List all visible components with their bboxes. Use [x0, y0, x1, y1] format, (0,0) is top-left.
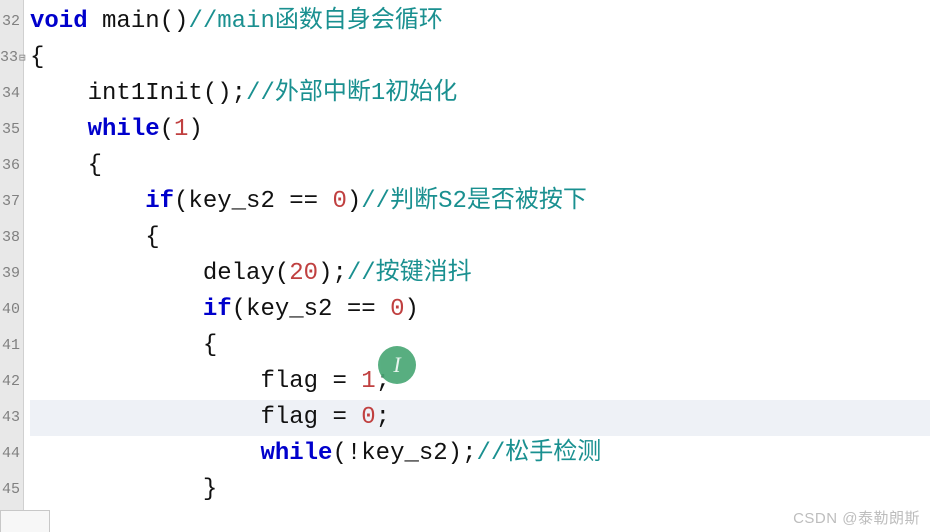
- code-token: flag: [260, 368, 332, 395]
- line-number: 39: [0, 256, 23, 292]
- code-token: );: [318, 260, 347, 287]
- code-token: {: [88, 152, 102, 179]
- code-token: [347, 404, 361, 431]
- code-token: delay: [203, 260, 275, 287]
- code-token: 0: [361, 404, 375, 431]
- comment-text: //外部中断1初始化: [246, 80, 457, 107]
- code-token: (: [275, 260, 289, 287]
- line-number: 40: [0, 292, 23, 328]
- code-line: }: [30, 472, 930, 508]
- code-token: 20: [289, 260, 318, 287]
- line-number: 37: [0, 184, 23, 220]
- line-number: 34: [0, 76, 23, 112]
- code-token: ): [404, 296, 418, 323]
- line-number: 33: [0, 40, 23, 76]
- code-line: while(!key_s2);//松手检测: [30, 436, 930, 472]
- code-token: {: [203, 332, 217, 359]
- code-line: if(key_s2 == 0): [30, 292, 930, 328]
- code-token: while: [88, 116, 160, 143]
- code-token: [376, 296, 390, 323]
- code-token: 1: [174, 116, 188, 143]
- line-number: 36: [0, 148, 23, 184]
- code-token: ;: [376, 368, 390, 395]
- code-line: void main()//main函数自身会循环: [30, 4, 930, 40]
- code-area[interactable]: void main()//main函数自身会循环{ int1Init();//外…: [24, 0, 930, 532]
- comment-text: //按键消抖: [347, 260, 472, 287]
- line-number: 32: [0, 4, 23, 40]
- line-number: 43: [0, 400, 23, 436]
- code-token: }: [203, 476, 217, 503]
- line-number: 35: [0, 112, 23, 148]
- code-token: {: [145, 224, 159, 251]
- code-line: delay(20);//按键消抖: [30, 256, 930, 292]
- code-token: ;: [376, 404, 390, 431]
- line-number-gutter: 3233343536373839404142434445: [0, 0, 24, 532]
- comment-text: //main函数自身会循环: [188, 8, 442, 35]
- code-token: flag: [260, 404, 332, 431]
- code-token: if: [145, 188, 174, 215]
- code-token: (key_s2: [232, 296, 347, 323]
- code-token: (!key_s2);: [332, 440, 476, 467]
- code-token: {: [30, 44, 44, 71]
- code-token: ==: [347, 296, 376, 323]
- code-token: 0: [332, 188, 346, 215]
- code-token: ): [188, 116, 202, 143]
- code-editor: 3233343536373839404142434445 void main()…: [0, 0, 930, 532]
- code-token: =: [332, 404, 346, 431]
- code-line: flag = 1;: [30, 364, 930, 400]
- line-number: 41: [0, 328, 23, 364]
- code-token: [347, 368, 361, 395]
- code-token: main: [102, 8, 160, 35]
- code-token: if: [203, 296, 232, 323]
- line-number: 44: [0, 436, 23, 472]
- code-line: {: [30, 40, 930, 76]
- code-token: ): [347, 188, 361, 215]
- code-line: flag = 0;: [30, 400, 930, 436]
- comment-text: //判断S2是否被按下: [361, 188, 587, 215]
- line-number: 38: [0, 220, 23, 256]
- line-number: 42: [0, 364, 23, 400]
- code-token: [318, 188, 332, 215]
- code-line: {: [30, 148, 930, 184]
- code-line: while(1): [30, 112, 930, 148]
- code-line: if(key_s2 == 0)//判断S2是否被按下: [30, 184, 930, 220]
- code-line: {: [30, 220, 930, 256]
- watermark-text: CSDN @泰勒朗斯: [793, 507, 920, 528]
- code-token: 1: [361, 368, 375, 395]
- code-token: =: [332, 368, 346, 395]
- code-token: (key_s2: [174, 188, 289, 215]
- line-number: 45: [0, 472, 23, 508]
- code-token: (): [160, 8, 189, 35]
- code-token: [88, 8, 102, 35]
- code-token: void: [30, 8, 88, 35]
- bottom-tab[interactable]: [0, 510, 50, 532]
- code-token: (: [160, 116, 174, 143]
- comment-text: //松手检测: [476, 440, 601, 467]
- code-line: int1Init();//外部中断1初始化: [30, 76, 930, 112]
- code-token: 0: [390, 296, 404, 323]
- code-token: while: [260, 440, 332, 467]
- code-token: ==: [289, 188, 318, 215]
- code-token: int1Init: [88, 80, 203, 107]
- code-token: ();: [203, 80, 246, 107]
- code-line: {: [30, 328, 930, 364]
